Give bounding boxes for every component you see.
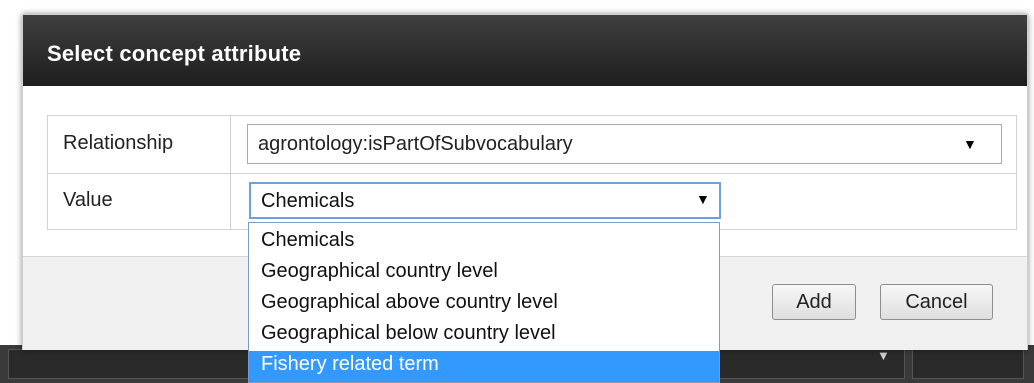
- relationship-selected-value: agrontology:isPartOfSubvocabulary: [258, 133, 573, 155]
- value-selected-value: Chemicals: [261, 190, 355, 212]
- add-button[interactable]: Add: [772, 284, 856, 320]
- relationship-label: Relationship: [63, 132, 174, 154]
- cancel-button[interactable]: Cancel: [880, 284, 993, 320]
- value-label: Value: [63, 189, 113, 211]
- dialog-title: Select concept attribute: [47, 41, 302, 66]
- dialog-titlebar[interactable]: Select concept attribute: [23, 15, 1027, 86]
- column-divider: [230, 115, 231, 230]
- row-divider: [47, 173, 1017, 174]
- dropdown-option[interactable]: Geographical below country level: [249, 320, 719, 351]
- background-chevron-down-icon: ▼: [877, 348, 890, 363]
- relationship-select[interactable]: agrontology:isPartOfSubvocabulary: [247, 124, 1002, 164]
- value-select[interactable]: Chemicals: [249, 182, 721, 219]
- dropdown-option[interactable]: Geographical above country level: [249, 289, 719, 320]
- chevron-down-icon[interactable]: ▼: [963, 136, 977, 152]
- dropdown-option[interactable]: Fishery related term: [249, 351, 719, 382]
- value-dropdown-list: Chemicals Geographical country level Geo…: [248, 222, 720, 383]
- background-field-secondary: [912, 349, 1024, 379]
- chevron-down-icon[interactable]: ▼: [696, 191, 710, 207]
- dropdown-option[interactable]: Geographical country level: [249, 258, 719, 289]
- dropdown-option[interactable]: Chemicals: [249, 227, 719, 258]
